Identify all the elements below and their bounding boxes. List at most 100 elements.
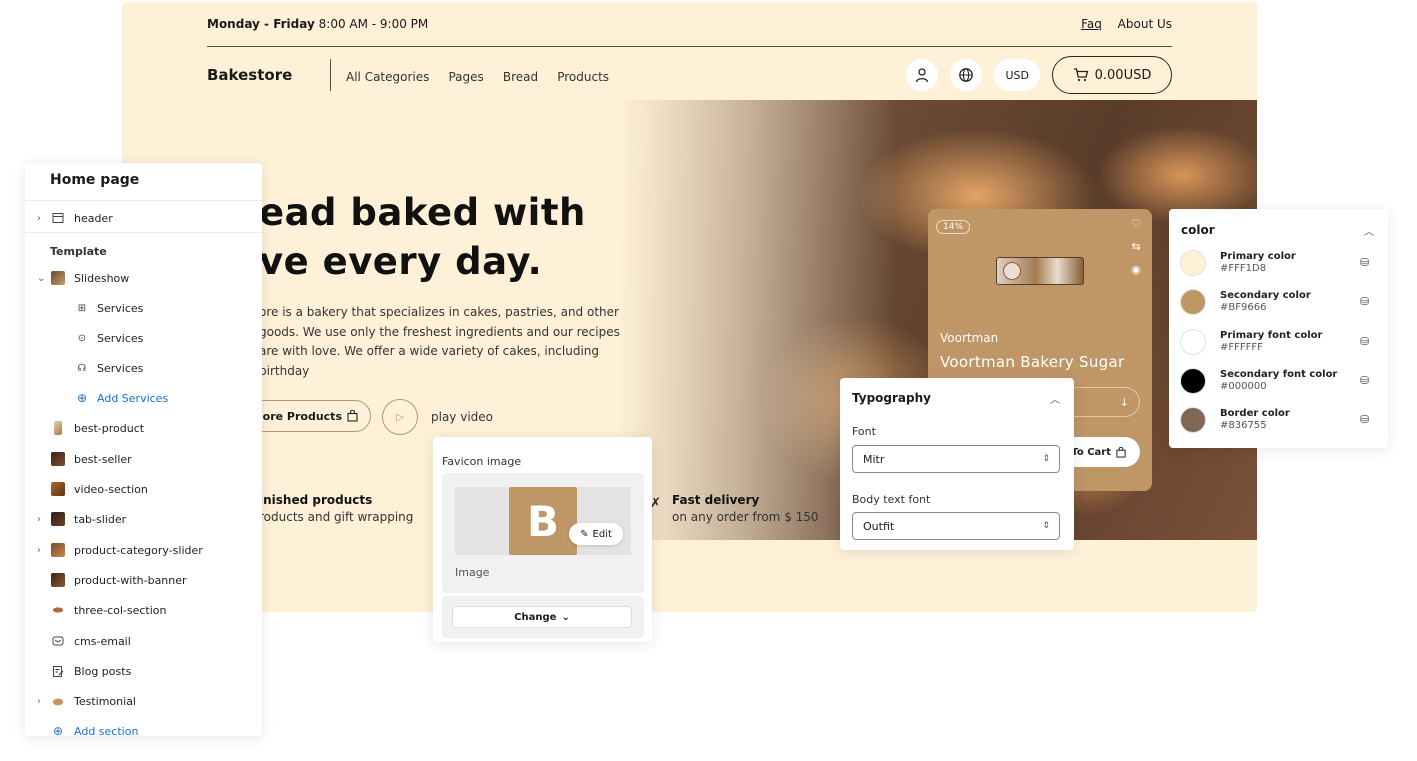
play-video-button[interactable]: ▷ (382, 399, 418, 435)
chevron-down-icon[interactable]: ⌄ (37, 273, 45, 284)
select-arrows-icon: ⇕ (1042, 454, 1050, 464)
hero-title: ead baked with ve every day. (259, 191, 586, 283)
body-font-select[interactable]: Outfit ⇕ (852, 512, 1060, 540)
edit-favicon-button[interactable]: ✎ Edit (569, 523, 623, 545)
chevron-right-icon[interactable]: › (37, 213, 41, 224)
chevron-up-icon[interactable]: ︿ (1364, 223, 1374, 238)
sidebar-item-label: Services (97, 331, 144, 345)
cart-button[interactable]: 0.00USD (1052, 56, 1172, 94)
faq-link[interactable]: Faq (1081, 17, 1102, 31)
sidebar-item-label: three-col-section (74, 603, 167, 617)
chevron-up-icon[interactable]: ︿ (1050, 391, 1060, 406)
body-font-value: Outfit (863, 519, 895, 533)
opening-hours: Monday - Friday 8:00 AM - 9:00 PM (207, 17, 428, 31)
arrow-down-icon: ↓ (1119, 395, 1129, 409)
sidebar-item-label: tab-slider (74, 512, 127, 526)
database-icon[interactable]: ⛁ (1360, 374, 1369, 387)
nav-links: All Categories Pages Bread Products (346, 66, 623, 85)
three-col-thumbnail (51, 603, 65, 617)
sidebar-item-tab-slider[interactable]: › tab-slider (25, 507, 262, 531)
topbar-links: Faq About Us (1069, 17, 1172, 31)
font-select[interactable]: Mitr ⇕ (852, 445, 1060, 473)
sidebar-subitem-services[interactable]: ⊙ Services (25, 326, 262, 350)
database-icon[interactable]: ⛁ (1360, 256, 1369, 269)
color-hex: #836755 (1220, 420, 1267, 431)
compare-icon[interactable]: ⇆ (1131, 240, 1140, 253)
sidebar-item-blog-posts[interactable]: Blog posts (25, 659, 262, 683)
account-button[interactable] (906, 59, 939, 91)
favicon-panel: Favicon image B ✎ Edit Image Change ⌄ (433, 437, 652, 642)
play-video-label[interactable]: play video (431, 410, 493, 424)
color-row-border[interactable]: Border color #836755 ⛁ (1180, 405, 1380, 435)
gift-icon: ⊞ (77, 302, 87, 314)
header-layout-icon (51, 211, 65, 225)
tab-slider-thumbnail (51, 512, 65, 526)
feature-finished-products: inished products roducts and gift wrappi… (259, 492, 413, 526)
sidebar-item-label: Services (97, 301, 144, 315)
product-name[interactable]: Voortman Bakery Sugar (940, 353, 1124, 371)
heart-icon[interactable]: ♡ (1131, 217, 1141, 230)
color-swatch[interactable] (1180, 368, 1206, 394)
best-product-thumbnail (54, 421, 62, 435)
sidebar-item-header[interactable]: › header (25, 206, 262, 230)
sidebar-item-video-section[interactable]: video-section (25, 477, 262, 501)
nav-link-products[interactable]: Products (557, 70, 609, 84)
hero-description: ore is a bakery that specializes in cake… (259, 305, 620, 378)
sidebar-item-product-category-slider[interactable]: › product-category-slider (25, 538, 262, 562)
eye-icon[interactable]: ◉ (1131, 263, 1141, 276)
color-swatch[interactable] (1180, 250, 1206, 276)
favicon-preview-box: B ✎ Edit Image (442, 473, 644, 593)
about-link[interactable]: About Us (1118, 17, 1172, 31)
product-brand: Voortman (940, 331, 999, 345)
chevron-right-icon[interactable]: › (37, 545, 41, 556)
sidebar-item-slideshow[interactable]: ⌄ Slideshow (25, 266, 262, 290)
add-to-cart-label: To Cart (1071, 446, 1111, 458)
change-image-button[interactable]: Change ⌄ (452, 606, 632, 628)
nav-link-pages[interactable]: Pages (448, 70, 483, 84)
sidebar-item-three-col-section[interactable]: three-col-section (25, 598, 262, 622)
color-row-secondary-font[interactable]: Secondary font color #000000 ⛁ (1180, 366, 1380, 396)
color-row-primary-font[interactable]: Primary font color #FFFFFF ⛁ (1180, 327, 1380, 357)
nav-link-bread[interactable]: Bread (503, 70, 538, 84)
database-icon[interactable]: ⛁ (1360, 295, 1369, 308)
sidebar-item-best-seller[interactable]: best-seller (25, 447, 262, 471)
language-button[interactable] (950, 59, 983, 91)
nav-link-all-categories[interactable]: All Categories (346, 70, 429, 84)
color-row-primary[interactable]: Primary color #FFF1D8 ⛁ (1180, 248, 1380, 278)
sidebar-item-best-product[interactable]: best-product (25, 416, 262, 440)
sidebar-divider (25, 232, 262, 233)
color-swatch[interactable] (1180, 289, 1206, 315)
database-icon[interactable]: ⛁ (1360, 413, 1369, 426)
cart-total: 0.00USD (1094, 67, 1152, 83)
store-logo[interactable]: Bakestore (207, 66, 330, 84)
color-name: Primary font color (1220, 330, 1323, 341)
sidebar-subitem-services[interactable]: ⊞ Services (25, 296, 262, 320)
user-icon (916, 68, 929, 83)
chevron-right-icon[interactable]: › (37, 696, 41, 707)
color-swatch[interactable] (1180, 407, 1206, 433)
sidebar-item-product-with-banner[interactable]: product-with-banner (25, 568, 262, 592)
discount-badge: 14% (936, 220, 971, 234)
sidebar-item-label: best-seller (74, 452, 132, 466)
opening-days: Monday - Friday (207, 17, 315, 31)
color-name: Border color (1220, 408, 1290, 419)
bag-icon (1116, 446, 1126, 458)
color-swatch[interactable] (1180, 329, 1206, 355)
sidebar-item-testimonial[interactable]: › Testimonial (25, 689, 262, 713)
add-services-button[interactable]: ⊕ Add Services (25, 386, 262, 410)
play-icon: ▷ (396, 411, 404, 423)
chevron-right-icon[interactable]: › (37, 514, 41, 525)
color-row-secondary[interactable]: Secondary color #BF9666 ⛁ (1180, 287, 1380, 317)
change-label: Change (514, 611, 557, 623)
sidebar-subitem-services[interactable]: ☊ Services (25, 356, 262, 380)
sidebar-item-label: video-section (74, 482, 148, 496)
select-arrows-icon: ⇕ (1042, 521, 1050, 531)
testimonial-thumbnail (51, 694, 65, 708)
sidebar-item-cms-email[interactable]: cms-email (25, 629, 262, 653)
body-font-label: Body text font (852, 493, 931, 506)
database-icon[interactable]: ⛁ (1360, 335, 1369, 348)
currency-selector[interactable]: USD (994, 59, 1040, 91)
color-name: Primary color (1220, 251, 1296, 262)
feature-desc: on any order from $ 150 (672, 510, 819, 524)
add-section-button[interactable]: ⊕ Add section (25, 719, 262, 736)
